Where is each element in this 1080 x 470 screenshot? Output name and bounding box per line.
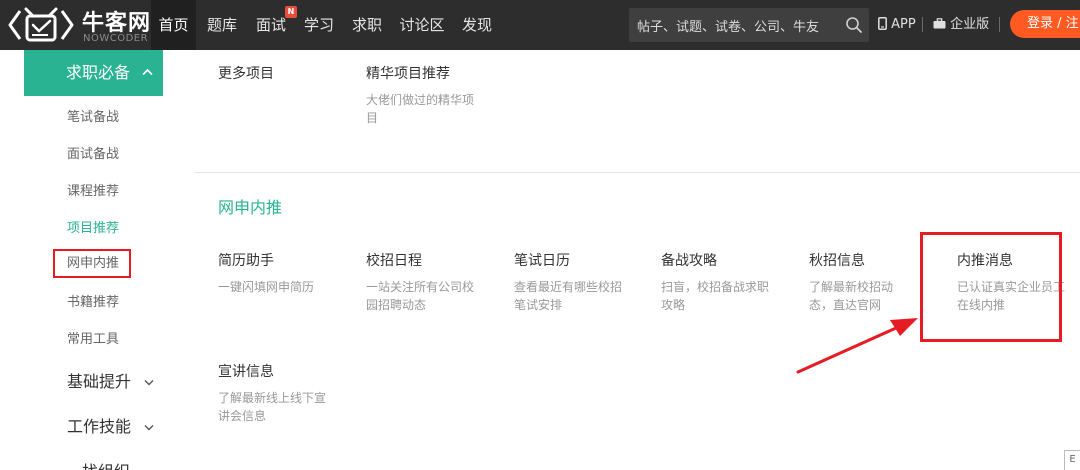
chevron-up-icon — [142, 68, 153, 76]
search-input[interactable]: 帖子、试题、试卷、公司、牛友 — [629, 8, 869, 42]
main-content: 更多项目 精华项目推荐 大佬们做过的精华项目 网申内推 简历助手 一键闪填网申简… — [194, 50, 1080, 470]
corner-widget[interactable]: E — [1064, 450, 1080, 470]
nav-discuss[interactable]: 讨论区 — [395, 0, 449, 50]
nav-learn-label: 学习 — [303, 16, 334, 34]
sidebar-group-label: 基础提升 — [67, 372, 132, 391]
card-description: 一键闪填网申简历 — [218, 280, 315, 294]
card-title: 备战攻略 — [661, 253, 717, 269]
card-description: 大佬们做过的精华项目 — [366, 93, 475, 125]
nav-question-bank[interactable]: 题库 — [201, 0, 243, 50]
search-icon[interactable] — [845, 16, 863, 34]
card-description: 扫盲，校招备战求职攻略 — [661, 280, 770, 312]
card-title: 精华项目推荐 — [366, 66, 450, 82]
nav-discover[interactable]: 发现 — [457, 0, 497, 50]
sidebar-group-label: 工作技能 — [67, 417, 132, 436]
sidebar: 求职必备 笔试备战 面试备战 课程推荐 项目推荐 网申内推 书籍推荐 常用工具 … — [24, 50, 194, 470]
sidebar-item-written-test[interactable]: 笔试备战 — [67, 106, 119, 125]
nowcoder-logo-icon — [8, 7, 74, 42]
card-title: 笔试日历 — [514, 253, 570, 269]
card-title: 宣讲信息 — [218, 364, 274, 380]
highlight-box — [920, 232, 1062, 342]
card-title: 简历助手 — [218, 253, 274, 269]
nav-interview-label: 面试 — [255, 16, 286, 34]
card-more-projects[interactable]: 更多项目 — [218, 64, 348, 84]
sidebar-item-projects[interactable]: 项目推荐 — [67, 217, 119, 236]
logo-subtext: NOWCODER — [83, 33, 149, 44]
card-description: 一站关注所有公司校园招聘动态 — [366, 280, 475, 312]
site-logo[interactable]: 牛客网 NOWCODER — [6, 3, 150, 47]
card-info-sessions[interactable]: 宣讲信息 了解最新线上线下宣讲会信息 — [218, 362, 348, 425]
sidebar-group-foundation[interactable]: 基础提升 — [67, 368, 154, 392]
section-title-online-referral: 网申内推 — [218, 198, 283, 217]
card-description: 了解最新线上线下宣讲会信息 — [218, 391, 327, 423]
sidebar-item-courses[interactable]: 课程推荐 — [67, 180, 119, 199]
app-link-label: APP — [891, 17, 916, 32]
divider — [999, 17, 1000, 32]
new-badge: N — [285, 6, 297, 18]
sidebar-item-online-referral[interactable]: 网申内推 — [53, 249, 131, 278]
red-arrow-icon — [796, 318, 918, 374]
sidebar-item-books[interactable]: 书籍推荐 — [67, 291, 119, 310]
nav-jobs[interactable]: 求职 — [347, 0, 387, 50]
nav-question-bank-label: 题库 — [206, 16, 237, 34]
nav-discover-label: 发现 — [461, 16, 492, 34]
search-placeholder: 帖子、试题、试卷、公司、牛友 — [637, 20, 820, 35]
sidebar-group-label: 找组织 — [82, 462, 130, 470]
top-navigation-bar: 牛客网 NOWCODER 首页 题库 面试 N 学习 求职 讨论区 发现 帖子、… — [0, 0, 1080, 50]
card-campus-schedule[interactable]: 校招日程 一站关注所有公司校园招聘动态 — [366, 251, 496, 314]
phone-icon — [878, 17, 887, 30]
card-test-calendar[interactable]: 笔试日历 查看最近有哪些校招笔试安排 — [514, 251, 644, 314]
card-resume-helper[interactable]: 简历助手 一键闪填网申简历 — [218, 251, 348, 296]
app-link[interactable]: APP — [878, 0, 916, 50]
card-title: 更多项目 — [218, 66, 274, 82]
login-button[interactable]: 登录 / 注 — [1010, 10, 1080, 38]
sidebar-group-work-skills[interactable]: 工作技能 — [67, 413, 154, 437]
card-description: 查看最近有哪些校招笔试安排 — [514, 280, 623, 312]
section-divider — [194, 172, 1080, 173]
sidebar-header-job-essentials[interactable]: 求职必备 — [24, 50, 163, 96]
sidebar-group-find-organization[interactable]: 找组织 — [82, 458, 153, 470]
nav-home[interactable]: 首页 — [151, 0, 196, 50]
enterprise-link[interactable]: 企业版 — [933, 0, 989, 50]
chevron-down-icon — [144, 425, 154, 431]
card-featured-projects[interactable]: 精华项目推荐 大佬们做过的精华项目 — [366, 64, 496, 127]
nav-jobs-label: 求职 — [351, 16, 382, 34]
enterprise-link-label: 企业版 — [950, 17, 990, 32]
sidebar-header-label: 求职必备 — [66, 63, 131, 82]
card-description: 了解最新校招动态，直达官网 — [809, 280, 894, 312]
card-title: 校招日程 — [366, 253, 422, 269]
sidebar-item-tools[interactable]: 常用工具 — [67, 328, 119, 347]
nav-learn[interactable]: 学习 — [299, 0, 339, 50]
nav-home-label: 首页 — [158, 16, 189, 34]
sidebar-item-interview-prep[interactable]: 面试备战 — [67, 143, 119, 162]
nav-discuss-label: 讨论区 — [399, 16, 445, 34]
briefcase-icon — [933, 18, 946, 29]
chevron-down-icon — [144, 380, 154, 386]
divider — [922, 17, 923, 32]
nav-interview[interactable]: 面试 N — [251, 0, 297, 50]
card-prep-guide[interactable]: 备战攻略 扫盲，校招备战求职攻略 — [661, 251, 791, 314]
